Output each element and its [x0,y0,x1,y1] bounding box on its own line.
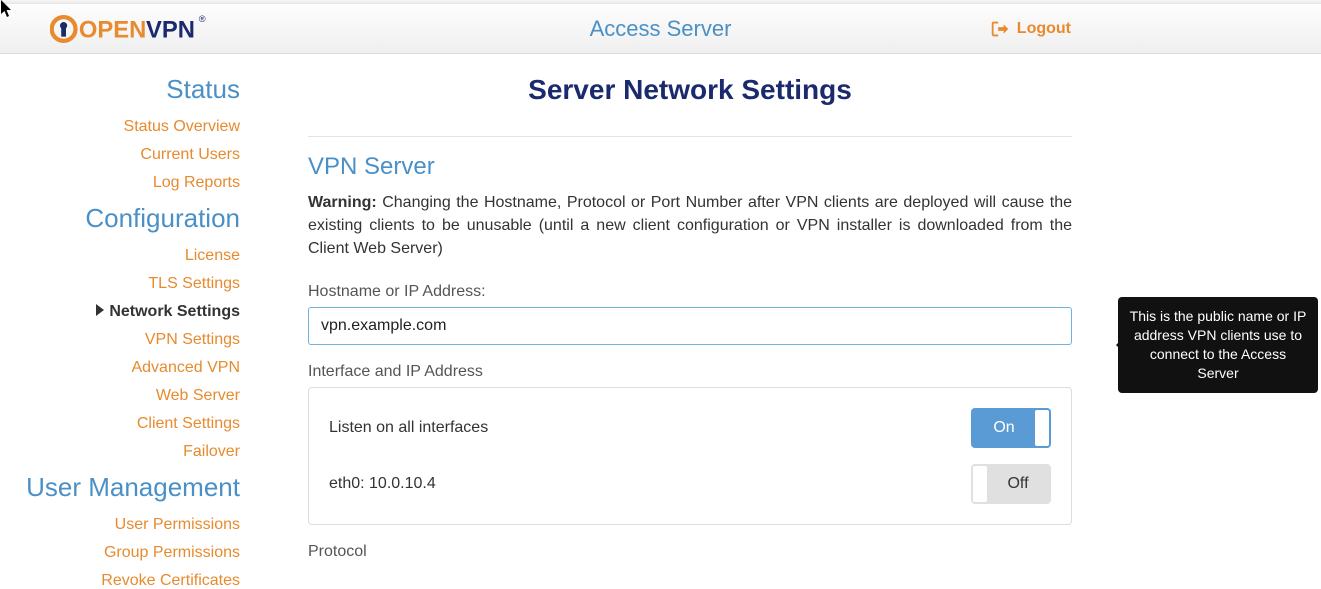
sidebar-item-user-permissions[interactable]: User Permissions [0,511,248,539]
listen-all-label: Listen on all interfaces [329,419,488,437]
interface-label: Interface and IP Address [308,363,1072,381]
chevron-right-icon [95,303,105,321]
sidebar-item-license[interactable]: License [0,242,248,270]
eth0-toggle[interactable]: Off [971,464,1051,504]
sidebar-item-group-permissions[interactable]: Group Permissions [0,539,248,567]
sidebar-section-configuration: Configuration [0,203,248,234]
sidebar: Status Status Overview Current Users Log… [0,54,248,589]
main-content: Server Network Settings VPN Server Warni… [248,54,1132,589]
interface-panel: Listen on all interfaces On eth0: 10.0.1… [308,387,1072,525]
sidebar-item-web-server[interactable]: Web Server [0,382,248,410]
sidebar-item-status-overview[interactable]: Status Overview [0,113,248,141]
hostname-input[interactable] [308,307,1072,345]
sidebar-item-advanced-vpn[interactable]: Advanced VPN [0,354,248,382]
section-title-vpn-server: VPN Server [308,153,1072,181]
svg-text:®: ® [199,14,206,24]
eth0-label: eth0: 10.0.10.4 [329,475,436,493]
listen-all-toggle[interactable]: On [971,408,1051,448]
sidebar-item-vpn-settings[interactable]: VPN Settings [0,326,248,354]
sidebar-item-log-reports[interactable]: Log Reports [0,169,248,197]
top-bar: OPEN VPN ® Access Server Logout [0,0,1321,54]
page-title: Server Network Settings [308,74,1072,106]
logout-label: Logout [1017,20,1071,38]
logout-button[interactable]: Logout [989,18,1071,40]
sidebar-item-client-settings[interactable]: Client Settings [0,410,248,438]
protocol-label: Protocol [308,543,1072,561]
warning-text: Warning: Changing the Hostname, Protocol… [308,191,1072,261]
sidebar-section-status: Status [0,74,248,105]
sidebar-item-tls-settings[interactable]: TLS Settings [0,270,248,298]
logout-icon [989,18,1011,40]
svg-text:VPN: VPN [146,17,195,44]
sidebar-item-failover[interactable]: Failover [0,438,248,466]
sidebar-section-user-management: User Management [0,472,248,503]
hostname-label: Hostname or IP Address: [308,283,1072,301]
svg-text:OPEN: OPEN [79,17,146,44]
brand-logo[interactable]: OPEN VPN ® [50,5,254,53]
sidebar-item-network-settings[interactable]: Network Settings [0,298,248,326]
hostname-tooltip: This is the public name or IP address VP… [1118,297,1318,393]
divider [308,136,1072,137]
sidebar-item-current-users[interactable]: Current Users [0,141,248,169]
sidebar-item-revoke-certificates[interactable]: Revoke Certificates [0,567,248,589]
